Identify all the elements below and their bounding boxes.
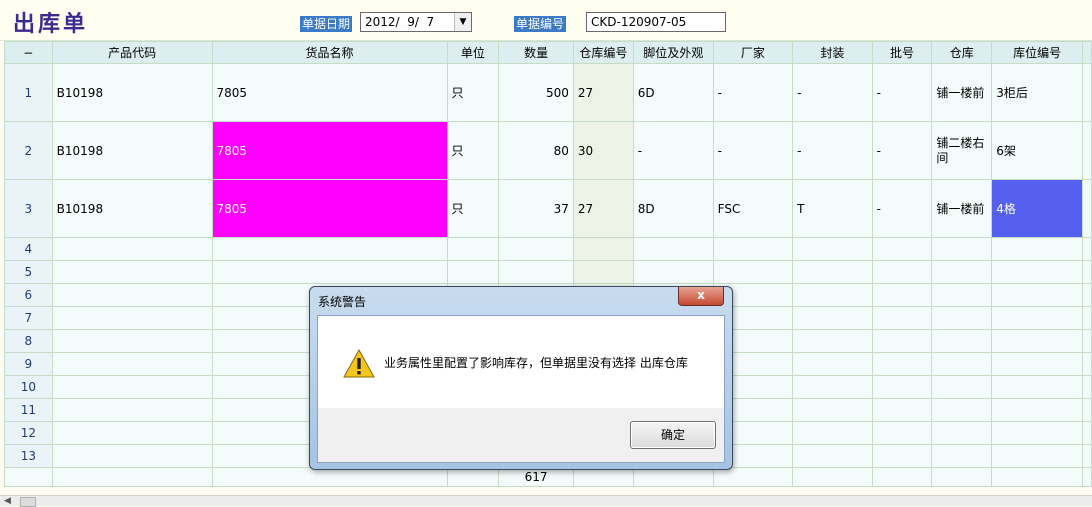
row-number[interactable]: 5: [4, 260, 53, 284]
cell-batch[interactable]: -: [871, 121, 933, 180]
row-number[interactable]: 2: [4, 121, 53, 180]
cell-qty[interactable]: 80: [498, 121, 574, 180]
total-qty: 617: [498, 467, 574, 487]
form-header: 出库单 单据日期 2012/ 9/ 7 ▼ 单据编号 CKD-120907-05: [0, 0, 1092, 41]
corner-header[interactable]: −: [4, 41, 53, 64]
row-number[interactable]: 4: [4, 237, 53, 261]
table-row[interactable]: 3 B10198 7805 只 37 27 8D FSC T - 铺一楼前 4格: [4, 179, 1092, 238]
col-header[interactable]: 单位: [446, 41, 500, 64]
dialog-title: 系统警告: [318, 295, 367, 309]
cell-qty[interactable]: 500: [498, 63, 574, 122]
row-number[interactable]: 6: [4, 283, 53, 307]
cell-wh-no[interactable]: 27: [572, 63, 634, 122]
dialog-body: 业务属性里配置了影响库存，但单据里没有选择 出库仓库 确定: [317, 315, 725, 463]
table-row[interactable]: 1 B10198 7805 只 500 27 6D - - - 铺一楼前 3柜后: [4, 63, 1092, 122]
row-number[interactable]: 10: [4, 375, 53, 399]
cell-name[interactable]: 7805: [211, 121, 448, 180]
page-title: 出库单: [13, 11, 89, 37]
col-header[interactable]: 封装: [792, 41, 873, 64]
row-number[interactable]: 9: [4, 352, 53, 376]
cell-warehouse[interactable]: 铺二楼右间: [931, 121, 993, 180]
row-number[interactable]: 3: [4, 179, 53, 238]
cell-foot[interactable]: 8D: [632, 179, 714, 238]
cell-code[interactable]: B10198: [51, 121, 213, 180]
chevron-down-icon[interactable]: ▼: [454, 13, 471, 31]
dialog-message: 业务属性里配置了影响库存，但单据里没有选择 出库仓库: [384, 356, 688, 370]
cell-location[interactable]: 6架: [991, 121, 1083, 180]
col-header[interactable]: 脚位及外观: [632, 41, 714, 64]
cell-warehouse[interactable]: 铺一楼前: [931, 179, 993, 238]
cell-location[interactable]: 4格: [991, 179, 1083, 238]
row-number[interactable]: 7: [4, 306, 53, 330]
cell-unit[interactable]: 只: [446, 121, 500, 180]
total-row: 617: [4, 467, 1092, 487]
row-number[interactable]: 8: [4, 329, 53, 353]
close-button[interactable]: x: [678, 287, 724, 306]
cell-warehouse[interactable]: 铺一楼前: [931, 63, 993, 122]
col-header[interactable]: 仓库编号: [572, 41, 634, 64]
col-header[interactable]: 数量: [498, 41, 574, 64]
table-row[interactable]: 4: [4, 237, 1092, 261]
empty-header: [1082, 41, 1092, 64]
cell-foot[interactable]: 6D: [632, 63, 714, 122]
cell-qty[interactable]: 37: [498, 179, 574, 238]
cell-foot[interactable]: -: [632, 121, 714, 180]
col-header[interactable]: 厂家: [712, 41, 794, 64]
row-number[interactable]: 1: [4, 63, 53, 122]
cell-batch[interactable]: -: [871, 179, 933, 238]
cell-pack[interactable]: -: [792, 63, 873, 122]
cell-batch[interactable]: -: [871, 63, 933, 122]
warning-icon: [343, 349, 375, 378]
row-number[interactable]: 11: [4, 398, 53, 422]
scroll-thumb[interactable]: [20, 497, 36, 507]
date-label: 单据日期: [300, 16, 353, 32]
code-label: 单据编号: [514, 16, 567, 32]
code-input[interactable]: CKD-120907-05: [586, 12, 726, 32]
horizontal-scrollbar[interactable]: ◀: [0, 495, 1092, 507]
empty-cell: [1082, 63, 1092, 122]
col-header[interactable]: 产品代码: [51, 41, 213, 64]
row-number[interactable]: 13: [4, 444, 53, 468]
cell-code[interactable]: B10198: [51, 179, 213, 238]
col-header[interactable]: 货品名称: [211, 41, 448, 64]
cell-location[interactable]: 3柜后: [991, 63, 1083, 122]
cell-wh-no[interactable]: 30: [572, 121, 634, 180]
cell-unit[interactable]: 只: [446, 179, 500, 238]
ok-button[interactable]: 确定: [630, 421, 716, 449]
cell-pack[interactable]: T: [792, 179, 873, 238]
cell-code[interactable]: B10198: [51, 63, 213, 122]
date-value: 2012/ 9/ 7: [365, 15, 435, 29]
cell-maker[interactable]: -: [712, 63, 794, 122]
cell-maker[interactable]: FSC: [712, 179, 794, 238]
cell-unit[interactable]: 只: [446, 63, 500, 122]
table-row[interactable]: 2 B10198 7805 只 80 30 - - - - 铺二楼右间 6架: [4, 121, 1092, 180]
cell-wh-no[interactable]: 27: [572, 179, 634, 238]
header-row: − 产品代码 货品名称 单位 数量 仓库编号 脚位及外观 厂家 封装 批号 仓库…: [4, 41, 1092, 64]
col-header[interactable]: 库位编号: [991, 41, 1083, 64]
col-header[interactable]: 批号: [871, 41, 933, 64]
cell-name[interactable]: 7805: [211, 179, 448, 238]
empty-cell: [1082, 121, 1092, 180]
date-picker[interactable]: 2012/ 9/ 7 ▼: [360, 12, 472, 32]
cell-pack[interactable]: -: [792, 121, 873, 180]
cell-maker[interactable]: -: [712, 121, 794, 180]
col-header[interactable]: 仓库: [931, 41, 993, 64]
row-number[interactable]: 12: [4, 421, 53, 445]
warning-dialog: 系统警告 x 业务属性里配置了影响库存，但单据里没有选择 出库仓库 确定: [309, 286, 733, 470]
empty-cell: [1082, 179, 1092, 238]
cell-name[interactable]: 7805: [211, 63, 448, 122]
dialog-message-area: 业务属性里配置了影响库存，但单据里没有选择 出库仓库: [318, 316, 724, 408]
table-row[interactable]: 5: [4, 260, 1092, 284]
